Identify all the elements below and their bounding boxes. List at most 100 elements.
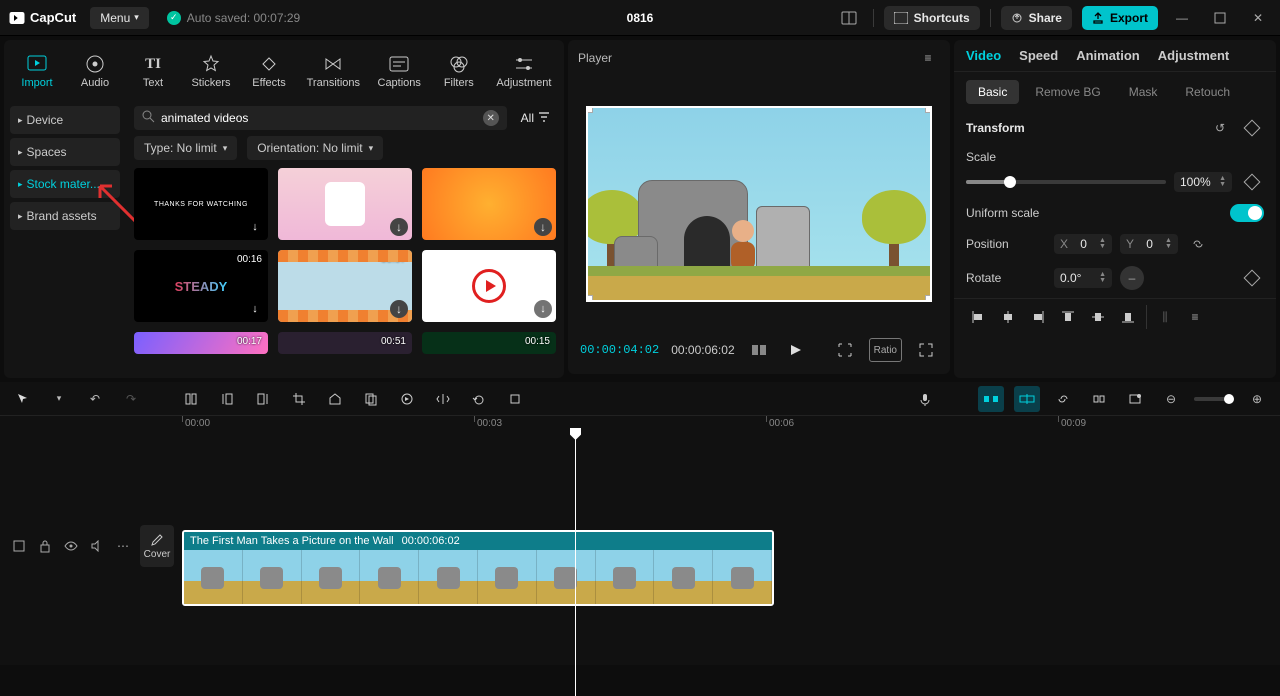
rotate-dial-icon[interactable]: – — [1120, 266, 1144, 290]
scan-icon[interactable] — [833, 338, 857, 362]
spinner-icon[interactable]: ▲▼ — [1165, 238, 1172, 250]
undo-button[interactable]: ↶ — [82, 386, 108, 412]
mirror-tool[interactable] — [430, 386, 456, 412]
eye-icon[interactable] — [62, 537, 80, 555]
layout-icon[interactable] — [835, 4, 863, 32]
share-button[interactable]: Share — [1001, 6, 1072, 30]
tab-text[interactable]: TIText — [128, 44, 178, 98]
freeze-tool[interactable] — [502, 386, 528, 412]
collapse-icon[interactable] — [10, 537, 28, 555]
select-tool[interactable] — [10, 386, 36, 412]
crop-tool[interactable] — [286, 386, 312, 412]
marker-tool[interactable] — [322, 386, 348, 412]
spinner-icon[interactable]: ▲▼ — [1099, 238, 1106, 250]
distribute-v-icon[interactable]: ≡ — [1183, 305, 1207, 329]
align-top-icon[interactable] — [1056, 305, 1080, 329]
cover-button[interactable]: Cover — [140, 525, 174, 567]
stock-card[interactable]: ↓ — [422, 168, 556, 240]
preview-render-tool[interactable] — [1122, 386, 1148, 412]
close-button[interactable]: ✕ — [1244, 4, 1272, 32]
rotate-tool[interactable] — [466, 386, 492, 412]
player-menu-icon[interactable]: ≡ — [916, 46, 940, 70]
compare-icon[interactable] — [747, 338, 771, 362]
copy-tool[interactable] — [358, 386, 384, 412]
keyframe-icon[interactable] — [1240, 116, 1264, 140]
magnet-auto-snap[interactable] — [1014, 386, 1040, 412]
player-canvas[interactable] — [578, 76, 940, 332]
more-icon[interactable]: ⋯ — [114, 537, 132, 555]
align-left-icon[interactable] — [966, 305, 990, 329]
stock-card[interactable]: 00:07↓ — [278, 250, 412, 322]
link-icon[interactable] — [1186, 232, 1210, 256]
stock-card[interactable]: 00:51 — [278, 332, 412, 354]
link-tool[interactable] — [1050, 386, 1076, 412]
subtab-removebg[interactable]: Remove BG — [1023, 80, 1112, 104]
rotate-value[interactable]: 0.0°▲▼ — [1054, 268, 1112, 288]
rtab-video[interactable]: Video — [966, 48, 1001, 63]
tab-stickers[interactable]: Stickers — [186, 44, 236, 98]
zoom-out-button[interactable]: ⊖ — [1158, 386, 1184, 412]
mic-button[interactable] — [912, 386, 938, 412]
tab-import[interactable]: Import — [12, 44, 62, 98]
download-icon[interactable]: ↓ — [390, 300, 408, 318]
search-input[interactable] — [161, 111, 477, 125]
tab-transitions[interactable]: Transitions — [302, 44, 365, 98]
download-icon[interactable] — [246, 218, 264, 236]
timeline-ruler[interactable]: 00:00 00:03 00:06 00:09 — [176, 416, 1280, 436]
tab-captions[interactable]: Captions — [373, 44, 426, 98]
rtab-adjustment[interactable]: Adjustment — [1158, 48, 1230, 63]
menu-button[interactable]: Menu▾ — [90, 7, 149, 29]
type-filter[interactable]: Type: No limit▾ — [134, 136, 237, 160]
ratio-button[interactable]: Ratio — [869, 338, 902, 362]
stock-card[interactable] — [422, 250, 556, 322]
redo-button[interactable]: ↷ — [118, 386, 144, 412]
sidebar-item-device[interactable]: ▸Device — [10, 106, 120, 134]
playhead[interactable] — [575, 436, 576, 696]
stock-card[interactable]: 00:15 — [422, 332, 556, 354]
spinner-icon[interactable]: ▲▼ — [1219, 176, 1226, 188]
stock-card[interactable]: ↓ — [278, 168, 412, 240]
tab-audio[interactable]: Audio — [70, 44, 120, 98]
reset-icon[interactable]: ↺ — [1208, 116, 1232, 140]
stock-card[interactable]: THANKS FOR WATCHING — [134, 168, 268, 240]
video-track[interactable]: The First Man Takes a Picture on the Wal… — [176, 530, 1270, 606]
subtab-basic[interactable]: Basic — [966, 80, 1019, 104]
subtab-mask[interactable]: Mask — [1117, 80, 1170, 104]
uniform-scale-toggle[interactable] — [1230, 204, 1264, 222]
reverse-tool[interactable] — [394, 386, 420, 412]
trim-right-tool[interactable] — [250, 386, 276, 412]
clear-search-button[interactable]: ✕ — [483, 110, 499, 126]
keyframe-icon[interactable] — [1240, 266, 1264, 290]
split-tool[interactable] — [178, 386, 204, 412]
tab-adjustment[interactable]: Adjustment — [492, 44, 556, 98]
trim-left-tool[interactable] — [214, 386, 240, 412]
download-icon[interactable]: ↓ — [390, 218, 408, 236]
project-title[interactable]: 0816 — [627, 11, 654, 25]
keyframe-icon[interactable] — [1240, 170, 1264, 194]
mute-icon[interactable] — [88, 537, 106, 555]
export-button[interactable]: Export — [1082, 6, 1158, 30]
download-icon[interactable] — [534, 300, 552, 318]
orientation-filter[interactable]: Orientation: No limit▾ — [247, 136, 383, 160]
shortcuts-button[interactable]: Shortcuts — [884, 6, 980, 30]
sidebar-item-stock[interactable]: ▸Stock mater... — [10, 170, 120, 198]
align-hcenter-icon[interactable] — [996, 305, 1020, 329]
distribute-h-icon[interactable]: ⫼ — [1153, 305, 1177, 329]
fullscreen-icon[interactable] — [914, 338, 938, 362]
video-clip[interactable]: The First Man Takes a Picture on the Wal… — [182, 530, 774, 606]
play-button[interactable] — [783, 338, 807, 362]
magnet-main-track[interactable] — [978, 386, 1004, 412]
align-right-icon[interactable] — [1026, 305, 1050, 329]
tab-filters[interactable]: Filters — [434, 44, 484, 98]
sidebar-item-brand[interactable]: ▸Brand assets — [10, 202, 120, 230]
sidebar-item-spaces[interactable]: ▸Spaces — [10, 138, 120, 166]
zoom-slider[interactable] — [1194, 397, 1234, 401]
preview-axis-tool[interactable] — [1086, 386, 1112, 412]
position-x[interactable]: X0▲▼ — [1054, 234, 1112, 254]
spinner-icon[interactable]: ▲▼ — [1099, 272, 1106, 284]
download-icon[interactable] — [246, 300, 264, 318]
lock-icon[interactable] — [36, 537, 54, 555]
stock-card[interactable]: 00:16STEADY — [134, 250, 268, 322]
select-mode-chevron[interactable]: ▾ — [46, 386, 72, 412]
position-y[interactable]: Y0▲▼ — [1120, 234, 1178, 254]
